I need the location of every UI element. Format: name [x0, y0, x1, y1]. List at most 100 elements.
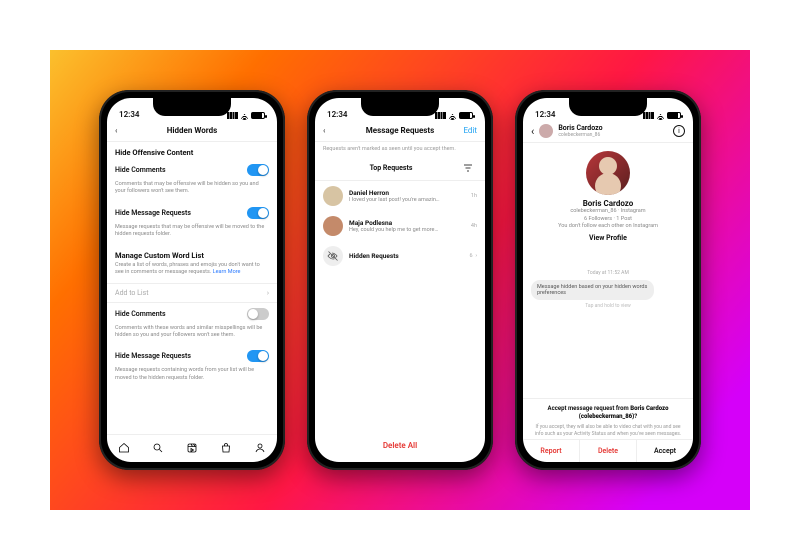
status-icons [227, 110, 265, 119]
hidden-count: 6 › [470, 253, 477, 259]
screen-message-requests: 12:34 ‹ Message Requests Edit Requests a… [315, 98, 485, 462]
hidden-requests-label: Hidden Requests [349, 252, 464, 260]
row-hide-msgreq-2[interactable]: Hide Message Requests [107, 345, 277, 367]
request-preview: I loved your last post! you're amazin… [349, 197, 465, 203]
reels-icon [186, 442, 198, 454]
info-button[interactable]: i [673, 125, 685, 137]
view-profile-button[interactable]: View Profile [589, 234, 627, 242]
phone-hidden-words: 12:34 ‹ Hidden Words Hide Offensive Cont… [99, 90, 285, 470]
tab-top-requests[interactable]: Top Requests [323, 160, 459, 176]
status-time: 12:34 [327, 110, 347, 119]
help-hide-msgreq-2: Message requests containing words from y… [107, 367, 277, 388]
info-icon: i [678, 127, 680, 135]
profile-name: Boris Cardozo [531, 199, 685, 208]
battery-icon [667, 112, 681, 119]
tab-search[interactable] [151, 441, 165, 455]
cellular-icon [435, 112, 446, 119]
gradient-stage: 12:34 ‹ Hidden Words Hide Offensive Cont… [50, 50, 750, 510]
toggle-hide-comments-2[interactable] [247, 308, 269, 320]
profile-mutual: You don't follow each other on Instagram [531, 223, 685, 229]
request-row[interactable]: Maja Podlesna Hey, could you help me to … [315, 211, 485, 241]
requests-note: Requests aren't marked as seen until you… [315, 142, 485, 156]
delete-all-button[interactable]: Delete All [315, 431, 485, 462]
requests-list[interactable]: Daniel Herron I loved your last post! yo… [315, 181, 485, 431]
edit-button[interactable]: Edit [453, 126, 477, 135]
row-hide-msgreq[interactable]: Hide Message Requests [107, 202, 277, 224]
phone-notch [361, 98, 439, 116]
screen-chat-request: 12:34 ‹ Boris Cardozo colebeckerman_86 i [523, 98, 693, 462]
phone-notch [569, 98, 647, 116]
eye-off-icon [327, 250, 339, 262]
hidden-icon-bg [323, 246, 343, 266]
tab-reels[interactable] [185, 441, 199, 455]
header-name: Boris Cardozo [558, 124, 602, 132]
accept-help: If you accept, they will also be able to… [531, 424, 685, 437]
phone-chat-request: 12:34 ‹ Boris Cardozo colebeckerman_86 i [515, 90, 701, 470]
accept-button[interactable]: Accept [637, 440, 693, 462]
wifi-icon [656, 111, 665, 120]
tab-home[interactable] [117, 441, 131, 455]
tab-profile[interactable] [253, 441, 267, 455]
back-button[interactable]: ‹ [323, 126, 347, 135]
add-to-list-placeholder: Add to List [115, 289, 149, 297]
requests-tabs: Top Requests [315, 156, 485, 181]
request-name: Daniel Herron [349, 189, 465, 197]
row-hide-comments-2[interactable]: Hide Comments [107, 303, 277, 325]
battery-icon [459, 112, 473, 119]
toggle-hide-msgreq-2[interactable] [247, 350, 269, 362]
label-hide-comments-2: Hide Comments [115, 310, 247, 318]
label-hide-msgreq-2: Hide Message Requests [115, 352, 247, 360]
tap-hold-hint: Tap and hold to view [531, 303, 685, 309]
chat-area: Today at 11:52 AM Message hidden based o… [523, 246, 693, 315]
add-to-list-input[interactable]: Add to List › [107, 283, 277, 303]
avatar [323, 186, 343, 206]
back-button[interactable]: ‹ [115, 126, 139, 135]
request-name: Maja Podlesna [349, 219, 465, 227]
search-icon [152, 442, 164, 454]
learn-more-link[interactable]: Learn More [213, 269, 241, 275]
delete-button[interactable]: Delete [580, 440, 637, 462]
profile-stats: 6 Followers · 1 Post [531, 216, 685, 222]
back-button[interactable]: ‹ [531, 125, 534, 138]
label-hide-msgreq: Hide Message Requests [115, 209, 247, 217]
wifi-icon [448, 111, 457, 120]
nav-header: ‹ Message Requests Edit [315, 120, 485, 142]
action-bar: Report Delete Accept [523, 439, 693, 462]
page-title: Hidden Words [167, 126, 217, 135]
help-custom: Create a list of words, phrases and emoj… [107, 262, 277, 283]
cellular-icon [643, 112, 654, 119]
row-hide-comments[interactable]: Hide Comments [107, 159, 277, 181]
status-icons [643, 110, 681, 119]
request-preview: Hey, could you help me to get more… [349, 227, 465, 233]
hidden-requests-row[interactable]: Hidden Requests 6 › [315, 241, 485, 271]
filter-button[interactable] [459, 162, 477, 174]
battery-icon [251, 112, 265, 119]
accept-title: Accept message request from Boris Cardoz… [531, 405, 685, 421]
settings-content[interactable]: Hide Offensive Content Hide Comments Com… [107, 142, 277, 434]
cellular-icon [227, 112, 238, 119]
request-time: 1h [471, 193, 477, 199]
phone-message-requests: 12:34 ‹ Message Requests Edit Requests a… [307, 90, 493, 470]
help-hide-msgreq: Message requests that may be offensive w… [107, 224, 277, 245]
toggle-hide-comments[interactable] [247, 164, 269, 176]
avatar [323, 216, 343, 236]
chat-timestamp: Today at 11:52 AM [531, 270, 685, 276]
report-button[interactable]: Report [523, 440, 580, 462]
chat-header: ‹ Boris Cardozo colebeckerman_86 i [523, 120, 693, 143]
hidden-message-bubble[interactable]: Message hidden based on your hidden word… [531, 280, 654, 300]
status-icons [435, 110, 473, 119]
label-hide-comments: Hide Comments [115, 166, 247, 174]
header-avatar[interactable] [539, 124, 553, 138]
profile-handle: colebeckerman_86 · Instagram [531, 208, 685, 214]
tab-shop[interactable] [219, 441, 233, 455]
request-time: 4h [471, 223, 477, 229]
request-row[interactable]: Daniel Herron I loved your last post! yo… [315, 181, 485, 211]
header-username: colebeckerman_86 [558, 132, 602, 138]
profile-icon [254, 442, 266, 454]
profile-block: Boris Cardozo colebeckerman_86 · Instagr… [523, 143, 693, 246]
toggle-hide-msgreq[interactable] [247, 207, 269, 219]
profile-avatar[interactable] [586, 151, 630, 195]
tab-bar [107, 434, 277, 462]
chat-content[interactable]: Boris Cardozo colebeckerman_86 · Instagr… [523, 143, 693, 398]
status-time: 12:34 [119, 110, 139, 119]
